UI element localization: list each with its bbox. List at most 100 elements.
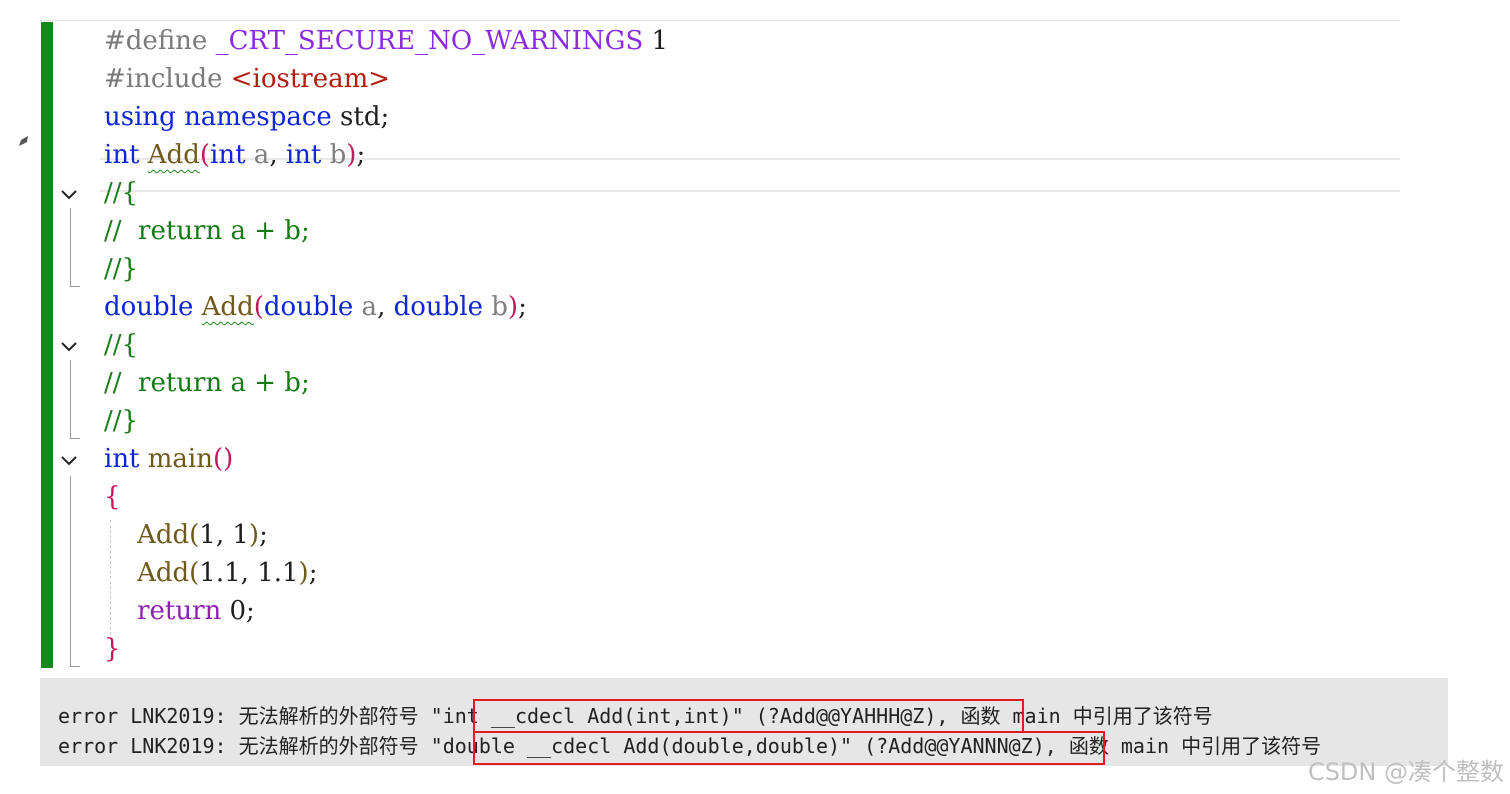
code-token: // return a + b; — [104, 368, 310, 398]
code-token: std; — [331, 102, 390, 132]
code-token: _CRT_SECURE_NO_WARNINGS — [215, 26, 644, 56]
code-token: a — [253, 140, 270, 170]
code-token: } — [104, 634, 121, 664]
editor-top-border — [40, 20, 1400, 21]
code-line-2[interactable]: #include <iostream> — [104, 60, 390, 98]
code-token: using — [104, 102, 176, 132]
code-token: ( — [189, 520, 200, 550]
code-token: ; — [518, 292, 527, 322]
code-token: //} — [104, 254, 139, 284]
code-token: int — [285, 140, 322, 170]
code-token: ; — [308, 558, 318, 588]
fold-guide-line — [70, 208, 71, 286]
code-token: //{ — [104, 330, 139, 360]
fold-collapse-icon[interactable] — [58, 335, 80, 357]
code-line-14[interactable]: Add(1, 1); — [104, 516, 268, 554]
code-token: // return a + b; — [104, 216, 310, 246]
code-token: b — [329, 140, 347, 170]
error-highlight-box — [473, 699, 1024, 733]
edit-pencil-icon — [19, 136, 28, 146]
code-token: //{ — [104, 178, 139, 208]
code-token: , — [377, 292, 394, 322]
indent-guide — [110, 520, 111, 635]
code-token: , — [215, 520, 233, 550]
code-line-9[interactable]: //{ — [104, 326, 138, 364]
code-line-15[interactable]: Add(1.1, 1.1); — [104, 554, 317, 592]
code-token: #include — [104, 64, 223, 94]
error-text: error LNK2019: 无法解析的外部符号 " — [58, 704, 443, 728]
code-token: 1.1 — [257, 558, 299, 588]
code-line-6[interactable]: // return a + b; — [104, 212, 310, 250]
fold-collapse-icon[interactable] — [58, 449, 80, 471]
code-token: int — [104, 444, 140, 474]
code-token: ( — [253, 292, 264, 322]
code-line-3[interactable]: using namespace std; — [104, 98, 389, 136]
code-line-8[interactable]: double Add(double a, double b); — [104, 288, 527, 326]
code-token: { — [104, 482, 121, 512]
fold-guide-end — [70, 438, 80, 439]
code-token: double — [104, 292, 194, 322]
code-token: 0; — [221, 596, 255, 626]
code-token: , — [269, 140, 286, 170]
watermark-text: CSDN @凑个整数 — [1307, 758, 1504, 786]
error-highlight-box — [473, 731, 1105, 765]
code-line-5[interactable]: //{ — [104, 174, 138, 212]
code-line-1[interactable]: #define _CRT_SECURE_NO_WARNINGS 1 — [104, 22, 668, 60]
code-line-7[interactable]: //} — [104, 250, 138, 288]
code-line-17[interactable]: } — [104, 630, 121, 668]
code-token: <iostream> — [230, 64, 391, 94]
code-token: namespace — [184, 102, 332, 132]
fold-guide-end — [70, 666, 80, 667]
code-token: Add — [201, 292, 254, 322]
code-token: a — [361, 292, 378, 322]
code-token: double — [393, 292, 483, 322]
code-token: Add — [147, 140, 200, 170]
code-token: ; — [356, 140, 366, 170]
code-token: ( — [199, 140, 211, 170]
code-token: double — [263, 292, 354, 322]
code-token: #define — [104, 26, 208, 56]
change-tracking-bar — [41, 22, 53, 668]
code-token: ) — [298, 558, 309, 588]
code-line-4[interactable]: int Add(int a, int b); — [104, 136, 365, 174]
code-token: ) — [346, 140, 357, 170]
code-token: 1 — [643, 26, 669, 56]
code-line-12[interactable]: int main() — [104, 440, 233, 478]
code-token: //} — [104, 406, 139, 436]
code-line-11[interactable]: //} — [104, 402, 138, 440]
code-token: , — [240, 558, 258, 588]
code-token: ; — [259, 520, 268, 550]
error-list-panel: error LNK2019: 无法解析的外部符号 "int __cdecl Ad… — [40, 678, 1448, 766]
code-token: 1 — [199, 520, 216, 550]
code-line-13[interactable]: { — [104, 478, 121, 516]
fold-guide-line — [70, 476, 71, 666]
fold-guide-line — [70, 360, 71, 438]
code-token: 1.1 — [199, 558, 241, 588]
code-token: ( — [189, 558, 200, 588]
fold-guide-end — [70, 286, 80, 287]
code-token: int — [210, 140, 246, 170]
code-token: Add — [137, 558, 190, 588]
code-token: int — [104, 140, 140, 170]
fold-collapse-icon[interactable] — [58, 183, 80, 205]
code-line-16[interactable]: return 0; — [104, 592, 255, 630]
error-text: error LNK2019: 无法解析的外部符号 " — [58, 734, 443, 758]
code-token: () — [213, 444, 234, 474]
code-token: ) — [248, 520, 260, 550]
code-token: return — [137, 596, 222, 626]
code-token: Add — [137, 520, 190, 550]
code-line-10[interactable]: // return a + b; — [104, 364, 310, 402]
